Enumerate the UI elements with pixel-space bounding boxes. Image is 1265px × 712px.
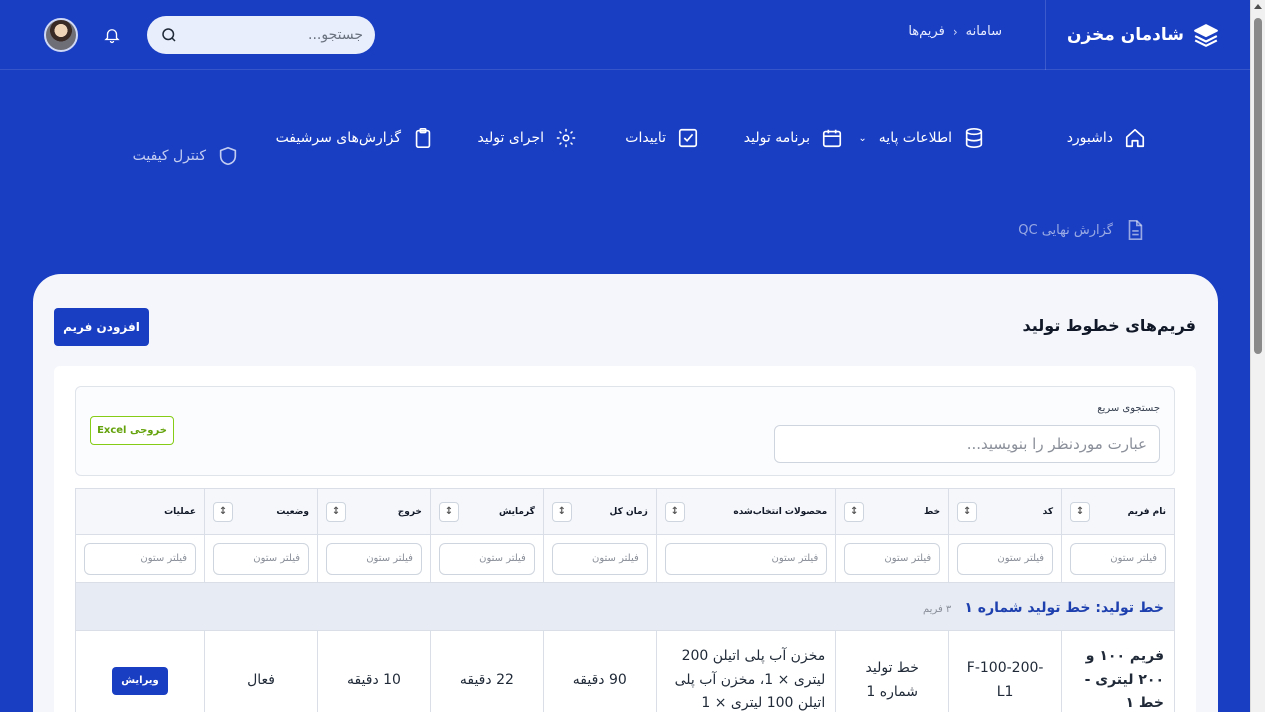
nav-label: تاییدات	[625, 130, 666, 146]
page-title: فریم‌های خطوط تولید	[1022, 316, 1196, 335]
breadcrumb-chevron-icon: ‹	[952, 24, 958, 39]
sort-icon[interactable]: ↕	[551, 501, 572, 522]
sort-icon[interactable]: ↕	[664, 501, 685, 522]
cell-total-time: 90 دقیقه	[542, 630, 657, 712]
col-header-actions: عملیات	[74, 488, 206, 535]
scroll-up-arrow-icon[interactable]	[1254, 4, 1262, 9]
search-input[interactable]	[179, 27, 363, 43]
main-nav: داشبورد اطلاعات پایه ⌄ برنامه تولید تایی…	[0, 118, 1250, 258]
sort-icon[interactable]: ↕	[326, 501, 346, 522]
col-header-code[interactable]: کد ↕	[948, 488, 1063, 535]
checkbox-icon	[676, 126, 700, 150]
filter-box: جستجوی سریع خروجی Excel	[75, 386, 1175, 476]
column-filter-input[interactable]	[844, 542, 941, 575]
search-icon[interactable]	[159, 25, 179, 45]
col-header-products[interactable]: محصولات انتخاب‌شده ↕	[655, 488, 837, 535]
cell-line: خط تولید شماره 1	[835, 630, 950, 712]
column-filter-input[interactable]	[551, 542, 648, 575]
breadcrumb-root[interactable]: سامانه	[966, 24, 1002, 39]
document-icon	[1123, 218, 1147, 242]
bell-icon[interactable]	[101, 24, 123, 46]
quick-search-label: جستجوی سریع	[1097, 403, 1160, 414]
cell-name: فریم ۱۰۰ و ۲۰۰ لیتری - خط ۱	[1061, 630, 1175, 712]
col-header-name[interactable]: نام فریم ↕	[1061, 488, 1175, 535]
column-filter-input[interactable]	[84, 542, 197, 575]
nav-item-production-run[interactable]: اجرای تولید	[477, 126, 578, 150]
nav-item-dashboard[interactable]: داشبورد	[1067, 126, 1147, 150]
col-header-status[interactable]: وضعیت ↕	[204, 488, 318, 535]
cell-status: فعال	[204, 630, 318, 712]
breadcrumb-current: فریم‌ها	[908, 24, 945, 39]
col-header-heating[interactable]: گرمایش ↕	[429, 488, 544, 535]
clipboard-icon	[411, 126, 435, 150]
table-panel: جستجوی سریع خروجی Excel نام فریم↕ کد↕ خط…	[54, 366, 1196, 712]
cell-heating: 22 دقیقه	[429, 630, 544, 712]
sort-icon[interactable]: ↕	[957, 501, 978, 522]
global-search[interactable]	[147, 16, 375, 54]
column-filter-input[interactable]	[326, 542, 422, 575]
column-filter-input[interactable]	[1070, 542, 1166, 575]
nav-label: گزارش نهایی QC	[1018, 222, 1113, 238]
sort-icon[interactable]: ↕	[1070, 501, 1091, 522]
col-header-exit[interactable]: خروج ↕	[317, 488, 431, 535]
sort-icon[interactable]: ↕	[438, 501, 459, 522]
brand[interactable]: شادمان مخزن	[1045, 0, 1250, 70]
nav-item-qc-final-report[interactable]: گزارش نهایی QC	[1018, 218, 1147, 242]
nav-item-approvals[interactable]: تاییدات	[625, 126, 700, 150]
group-title: خط تولید: خط تولید شماره ۱	[964, 600, 1164, 616]
column-filter-input[interactable]	[438, 542, 535, 575]
column-filter-input[interactable]	[213, 542, 309, 575]
group-row[interactable]: خط تولید: خط تولید شماره ۱ ۳ فریم	[75, 582, 1175, 631]
cell-code: F-100-200-L1	[948, 630, 1063, 712]
add-frame-button[interactable]: افزودن فریم	[54, 308, 149, 346]
table-row[interactable]: فریم ۱۰۰ و ۲۰۰ لیتری - خط ۱ F-100-200-L1…	[74, 630, 1175, 712]
nav-item-base-info[interactable]: اطلاعات پایه ⌄	[858, 126, 986, 150]
column-filter-row	[74, 534, 1175, 583]
calendar-icon	[820, 126, 844, 150]
shield-icon	[216, 144, 240, 168]
table-header-row: نام فریم ↕ کد ↕ خط ↕ محصولات انتخاب‌شده ↕ زم…	[74, 488, 1175, 535]
nav-item-production-plan[interactable]: برنامه تولید	[744, 126, 844, 150]
column-filter-input[interactable]	[957, 542, 1054, 575]
gear-icon	[554, 126, 578, 150]
home-icon	[1123, 126, 1147, 150]
nav-item-shift-reports[interactable]: گزارش‌های سرشیفت	[276, 126, 435, 150]
vertical-scrollbar[interactable]	[1250, 0, 1265, 712]
col-header-total-time[interactable]: زمان کل ↕	[542, 488, 657, 535]
layers-icon	[1192, 21, 1220, 49]
group-count: ۳ فریم	[923, 604, 952, 615]
cell-exit: 10 دقیقه	[317, 630, 431, 712]
nav-label: اطلاعات پایه	[878, 130, 952, 146]
nav-label: اجرای تولید	[477, 130, 544, 146]
chevron-down-icon: ⌄	[858, 132, 867, 144]
scrollbar-thumb[interactable]	[1254, 18, 1262, 354]
cell-products: مخزن آب پلی اتیلن 200 لیتری × 1، مخزن آب…	[655, 630, 837, 712]
brand-name: شادمان مخزن	[1066, 25, 1184, 45]
edit-button[interactable]: ویرایش	[112, 666, 169, 695]
quick-search-input[interactable]	[774, 425, 1160, 463]
excel-export-button[interactable]: خروجی Excel	[90, 416, 174, 445]
col-header-line[interactable]: خط ↕	[835, 488, 950, 535]
avatar[interactable]	[44, 18, 78, 52]
nav-label: گزارش‌های سرشیفت	[275, 130, 401, 146]
frames-table: نام فریم ↕ کد ↕ خط ↕ محصولات انتخاب‌شده ↕ زم…	[74, 488, 1175, 712]
column-filter-input[interactable]	[664, 542, 828, 575]
database-icon	[962, 126, 986, 150]
sort-icon[interactable]: ↕	[844, 501, 865, 522]
cell-actions: ویرایش	[74, 630, 206, 712]
top-bar: شادمان مخزن سامانه ‹ فریم‌ها	[0, 0, 1250, 70]
sort-icon[interactable]: ↕	[213, 501, 234, 522]
nav-item-quality-control[interactable]: کنترل کیفیت	[133, 144, 240, 168]
nav-label: برنامه تولید	[743, 130, 810, 146]
nav-label: داشبورد	[1066, 130, 1113, 146]
main-card: فریم‌های خطوط تولید افزودن فریم جستجوی س…	[33, 274, 1218, 712]
breadcrumb: سامانه ‹ فریم‌ها	[908, 24, 1002, 39]
nav-label: کنترل کیفیت	[132, 148, 206, 164]
